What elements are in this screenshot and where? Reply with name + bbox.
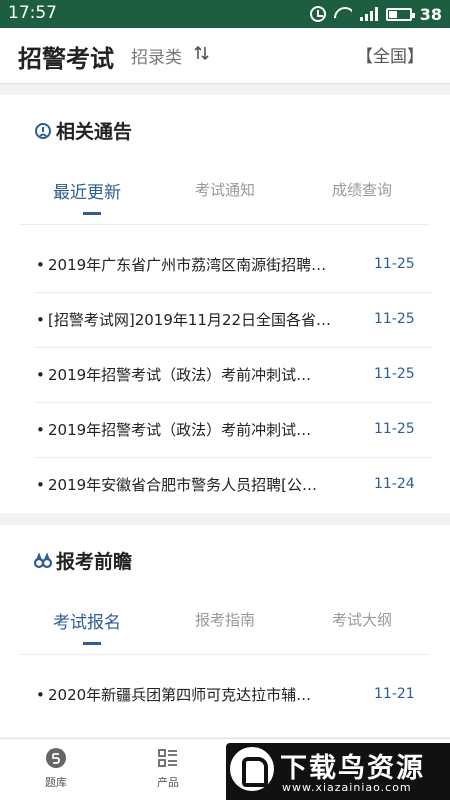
tab-registration-guide[interactable]: 报考指南 <box>195 609 255 630</box>
bullet: • <box>36 311 45 329</box>
nav-item-question-bank[interactable]: 题库 <box>26 747 86 790</box>
question-bank-icon <box>46 748 66 768</box>
bullet: • <box>36 421 45 439</box>
binoculars-icon <box>34 551 52 568</box>
nav-item-products[interactable]: 产品 <box>138 747 198 790</box>
signal-icon <box>359 7 378 21</box>
announcements-header: 相关通告 <box>34 117 132 144</box>
active-tab-indicator <box>83 642 101 645</box>
list-item[interactable]: • 2019年安徽省合肥市警务人员招聘[公… 11-24 <box>34 458 432 513</box>
product-list-icon <box>158 749 177 767</box>
item-title: 2019年招警考试（政法）考前冲刺试… <box>48 421 312 439</box>
nav-label: 题库 <box>45 776 67 789</box>
list-item[interactable]: • 2019年广东省广州市荔湾区南源街招聘… 11-25 <box>34 238 432 293</box>
battery-icon <box>385 7 415 21</box>
announcements-card: 相关通告 最近更新 考试通知 成绩查询 • 2019年广东省广州市荔湾区南源街招… <box>0 95 450 513</box>
alarm-icon <box>309 6 326 22</box>
item-date: 11-21 <box>374 686 415 702</box>
item-date: 11-25 <box>374 366 415 382</box>
bullet: • <box>36 476 45 494</box>
item-date: 11-25 <box>374 256 415 272</box>
item-title: 2019年广东省广州市荔湾区南源街招聘… <box>48 256 327 274</box>
item-date: 11-24 <box>374 476 415 492</box>
battery-level: 38 <box>419 4 442 24</box>
list-item[interactable]: • 2019年招警考试（政法）考前冲刺试… 11-25 <box>34 348 432 403</box>
list-item[interactable]: • 2020年新疆兵团第四师可克达拉市辅… 11-21 <box>34 668 432 723</box>
category-selector[interactable]: 招录类 <box>131 43 182 68</box>
announcements-tabs: 最近更新 考试通知 成绩查询 <box>20 169 430 225</box>
list-item[interactable]: • 2019年招警考试（政法）考前冲刺试… 11-25 <box>34 403 432 458</box>
list-item[interactable]: • [招警考试网]2019年11月22日全国各省… 11-25 <box>34 293 432 348</box>
tab-exam-notices[interactable]: 考试通知 <box>195 179 255 200</box>
item-date: 11-25 <box>374 311 415 327</box>
section-title: 报考前瞻 <box>56 551 133 573</box>
item-date: 11-25 <box>374 421 415 437</box>
region-selector[interactable]: 【全国】 <box>356 42 424 67</box>
active-tab-indicator <box>83 212 101 215</box>
sort-icon[interactable] <box>193 44 211 62</box>
watermark-logo-icon <box>230 747 274 791</box>
preview-list: • 2020年新疆兵团第四师可克达拉市辅… 11-21 <box>34 668 432 723</box>
status-time: 17:57 <box>8 3 57 23</box>
wifi-icon <box>334 7 352 21</box>
section-title: 相关通告 <box>56 121 133 143</box>
bullet: • <box>36 366 45 384</box>
status-bar: 17:57 38 <box>0 0 450 28</box>
announcements-list: • 2019年广东省广州市荔湾区南源街招聘… 11-25 • [招警考试网]20… <box>34 238 432 513</box>
item-title: 2019年安徽省合肥市警务人员招聘[公… <box>48 476 318 494</box>
status-icons: 38 <box>309 3 442 25</box>
preview-tabs: 考试报名 报考指南 考试大纲 <box>20 599 430 655</box>
nav-label: 产品 <box>157 776 179 789</box>
bullet: • <box>36 686 45 704</box>
watermark: 下载鸟资源 www.xiazainiao.com <box>226 743 450 800</box>
item-title: [招警考试网]2019年11月22日全国各省… <box>48 311 332 329</box>
preview-header: 报考前瞻 <box>34 547 132 574</box>
tab-exam-registration[interactable]: 考试报名 <box>53 608 121 633</box>
announcement-icon <box>35 122 51 139</box>
watermark-url: www.xiazainiao.com <box>282 781 412 794</box>
tab-latest-updates[interactable]: 最近更新 <box>53 178 121 203</box>
watermark-text: 下载鸟资源 <box>280 753 425 784</box>
app-header: 招警考试 招录类 【全国】 <box>0 28 450 84</box>
tab-score-query[interactable]: 成绩查询 <box>332 179 392 200</box>
item-title: 2019年招警考试（政法）考前冲刺试… <box>48 366 312 384</box>
page-title: 招警考试 <box>18 45 114 73</box>
tab-exam-syllabus[interactable]: 考试大纲 <box>332 609 392 630</box>
bullet: • <box>36 256 45 274</box>
item-title: 2020年新疆兵团第四师可克达拉市辅… <box>48 686 312 704</box>
preview-card: 报考前瞻 考试报名 报考指南 考试大纲 • 2020年新疆兵团第四师可克达拉市辅… <box>0 525 450 737</box>
